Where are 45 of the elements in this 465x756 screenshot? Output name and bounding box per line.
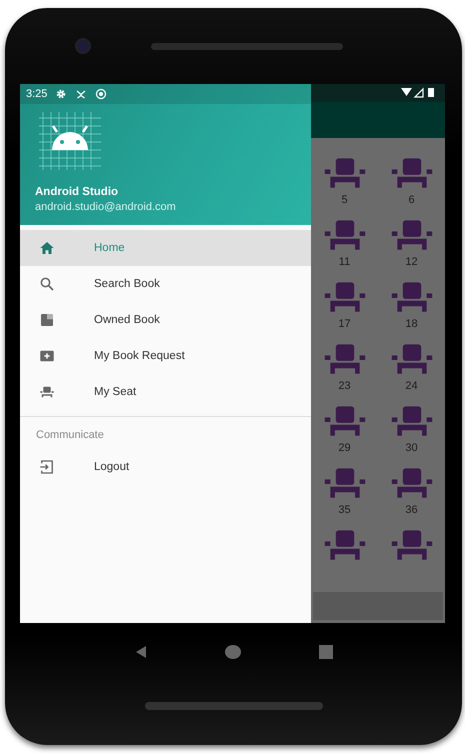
seat-icon[interactable] — [322, 220, 366, 252]
seat-number: 23 — [338, 380, 351, 392]
seat-number: 35 — [338, 504, 351, 516]
seat-number: 30 — [405, 442, 418, 454]
seat-number: 29 — [338, 442, 351, 454]
status-time: 3:25 — [26, 88, 48, 100]
seat-number: 17 — [338, 318, 351, 330]
gear-icon — [55, 88, 68, 100]
book-icon — [38, 311, 56, 329]
seat-icon[interactable] — [322, 468, 366, 500]
seat-number: 11 — [338, 256, 350, 268]
seat-number: 5 — [341, 194, 348, 206]
seat-icon[interactable] — [322, 282, 366, 314]
seat-number: 24 — [405, 380, 418, 392]
home-icon[interactable] — [224, 642, 242, 660]
search-icon — [38, 275, 56, 293]
camera-icon — [75, 38, 91, 54]
section-title: Communicate — [35, 428, 105, 443]
seat-icon[interactable] — [390, 220, 434, 252]
seat-icon[interactable] — [390, 344, 434, 376]
home-icon — [38, 239, 56, 257]
network-icon — [75, 88, 88, 100]
menu-item[interactable]: Owned Book — [20, 302, 311, 338]
menu-item[interactable]: Logout — [20, 449, 311, 485]
seat-icon[interactable] — [322, 406, 366, 438]
seat-number: 6 — [408, 194, 415, 206]
seat-icon[interactable] — [390, 406, 434, 438]
user-email: android.studio@android.com — [35, 201, 177, 213]
menu-item[interactable]: Search Book — [20, 266, 311, 302]
seat-icon[interactable] — [390, 158, 434, 190]
logout-icon — [38, 458, 56, 476]
seat-number: 18 — [405, 318, 418, 330]
seat-icon[interactable] — [390, 468, 434, 500]
recents-icon[interactable] — [316, 642, 335, 660]
menu-item[interactable]: My Seat — [20, 374, 311, 410]
seat-icon[interactable] — [322, 530, 366, 562]
sync-icon — [95, 88, 108, 100]
seat-icon[interactable] — [322, 344, 366, 376]
seat-icon[interactable] — [390, 282, 434, 314]
seat-number: 36 — [405, 504, 418, 516]
seat-icon[interactable] — [322, 158, 366, 190]
seat-icon[interactable] — [390, 530, 434, 562]
user-name: Android Studio — [35, 186, 120, 198]
seat-number: 12 — [405, 256, 418, 268]
menu-item[interactable]: My Book Request — [20, 338, 311, 374]
